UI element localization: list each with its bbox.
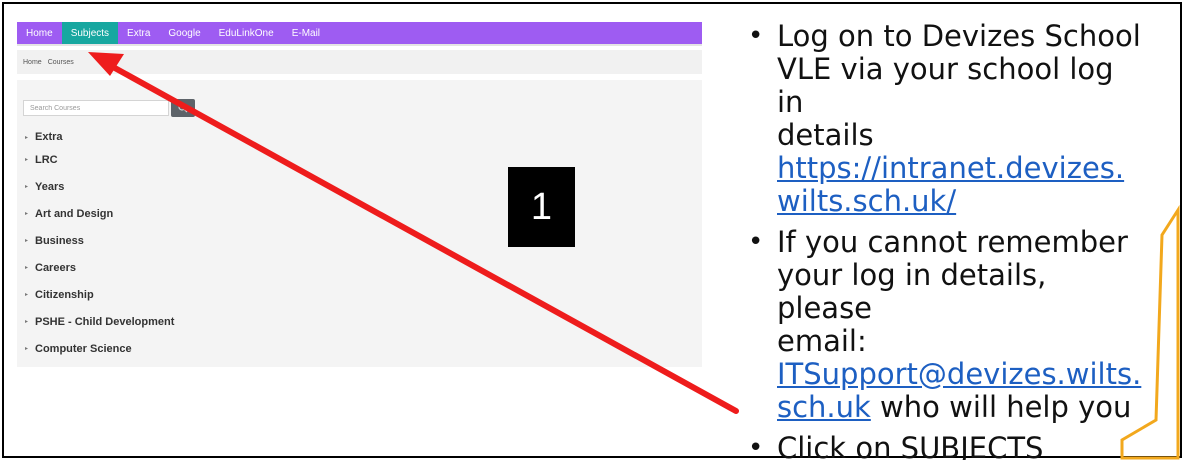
breadcrumb: Home Courses xyxy=(17,50,702,74)
caret-right-icon: ▸ xyxy=(25,211,29,217)
nav-email[interactable]: E-Mail xyxy=(283,22,329,44)
step-number-badge: 1 xyxy=(508,167,575,247)
course-category-label: LRC xyxy=(35,153,58,166)
course-category-label: Citizenship xyxy=(35,288,94,301)
bullet-dot-icon: • xyxy=(748,433,764,460)
course-panel: ▸ Extra ▸ LRC ▸ Years ▸ Art and Design ▸ Busi… xyxy=(17,80,702,367)
search-button[interactable] xyxy=(171,99,195,117)
instruction-line: who will help you xyxy=(880,390,1132,424)
caret-right-icon: ▸ xyxy=(25,265,29,271)
course-category-label: Business xyxy=(35,234,84,247)
bullet-dot-icon: • xyxy=(748,227,764,257)
instruction-text: If you cannot remember your log in detai… xyxy=(777,226,1148,424)
instruction-line: If you cannot remember xyxy=(777,225,1128,259)
instruction-bullet: • If you cannot remember your log in det… xyxy=(748,226,1148,424)
caret-right-icon: ▸ xyxy=(25,319,29,325)
instruction-line: details xyxy=(777,118,874,152)
instruction-line: email: xyxy=(777,324,867,358)
caret-right-icon: ▸ xyxy=(25,238,29,244)
course-category[interactable]: ▸ Business xyxy=(25,227,174,254)
course-category-label: Computer Science xyxy=(35,342,132,355)
caret-right-icon: ▸ xyxy=(25,184,29,190)
instruction-text: Log on to Devizes School VLE via your sc… xyxy=(777,20,1148,218)
caret-right-icon: ▸ xyxy=(25,157,29,163)
instruction-line: Log on to Devizes School xyxy=(777,19,1141,53)
instruction-bullet: • Click on SUBJECTS xyxy=(748,432,1148,460)
top-nav: Home Subjects Extra Google EduLinkOne E-… xyxy=(17,22,702,44)
search-row xyxy=(23,99,195,117)
search-input[interactable] xyxy=(23,100,169,116)
nav-subjects[interactable]: Subjects xyxy=(61,22,119,44)
vle-screenshot: Home Subjects Extra Google EduLinkOne E-… xyxy=(17,22,702,367)
course-category[interactable]: ▸ PSHE - Child Development xyxy=(25,308,174,335)
slide-frame: Home Subjects Extra Google EduLinkOne E-… xyxy=(2,2,1182,460)
instruction-line: your log in details, please xyxy=(777,258,1047,325)
course-category-list: ▸ Extra ▸ LRC ▸ Years ▸ Art and Design ▸ Busi… xyxy=(25,128,174,362)
course-category[interactable]: ▸ Citizenship xyxy=(25,281,174,308)
course-category-label: Careers xyxy=(35,261,76,274)
instruction-bullet: • Log on to Devizes School VLE via your … xyxy=(748,20,1148,218)
instruction-line: VLE via your school log in xyxy=(777,52,1114,119)
bullet-dot-icon: • xyxy=(748,21,764,51)
support-email-link[interactable]: ITSupport@devizes.wilts. xyxy=(777,357,1141,391)
caret-right-icon: ▸ xyxy=(25,346,29,352)
nav-edulinkone[interactable]: EduLinkOne xyxy=(210,22,283,44)
caret-right-icon: ▸ xyxy=(25,292,29,298)
course-category-label: Extra xyxy=(35,131,63,143)
search-icon xyxy=(178,103,188,113)
course-category[interactable]: ▸ Art and Design xyxy=(25,200,174,227)
nav-divider xyxy=(17,44,702,46)
course-category-label: Art and Design xyxy=(35,207,114,220)
nav-extra[interactable]: Extra xyxy=(118,22,159,44)
course-category[interactable]: ▸ Careers xyxy=(25,254,174,281)
nav-google[interactable]: Google xyxy=(159,22,209,44)
course-category-label: Years xyxy=(35,180,65,193)
course-category[interactable]: ▸ Extra xyxy=(25,128,174,146)
instructions: • Log on to Devizes School VLE via your … xyxy=(748,20,1148,460)
intranet-link[interactable]: https://intranet.devizes. xyxy=(777,151,1124,185)
course-category[interactable]: ▸ LRC xyxy=(25,146,174,173)
nav-home[interactable]: Home xyxy=(17,22,62,44)
caret-right-icon: ▸ xyxy=(25,134,29,141)
course-category[interactable]: ▸ Years xyxy=(25,173,174,200)
intranet-link-cont[interactable]: wilts.sch.uk/ xyxy=(777,184,956,218)
course-category[interactable]: ▸ Computer Science xyxy=(25,335,174,362)
support-email-link-cont[interactable]: sch.uk xyxy=(777,390,871,424)
breadcrumb-courses[interactable]: Courses xyxy=(48,59,74,66)
breadcrumb-home[interactable]: Home xyxy=(23,59,42,66)
instruction-text: Click on SUBJECTS xyxy=(777,431,1044,460)
course-category-label: PSHE - Child Development xyxy=(35,315,175,328)
